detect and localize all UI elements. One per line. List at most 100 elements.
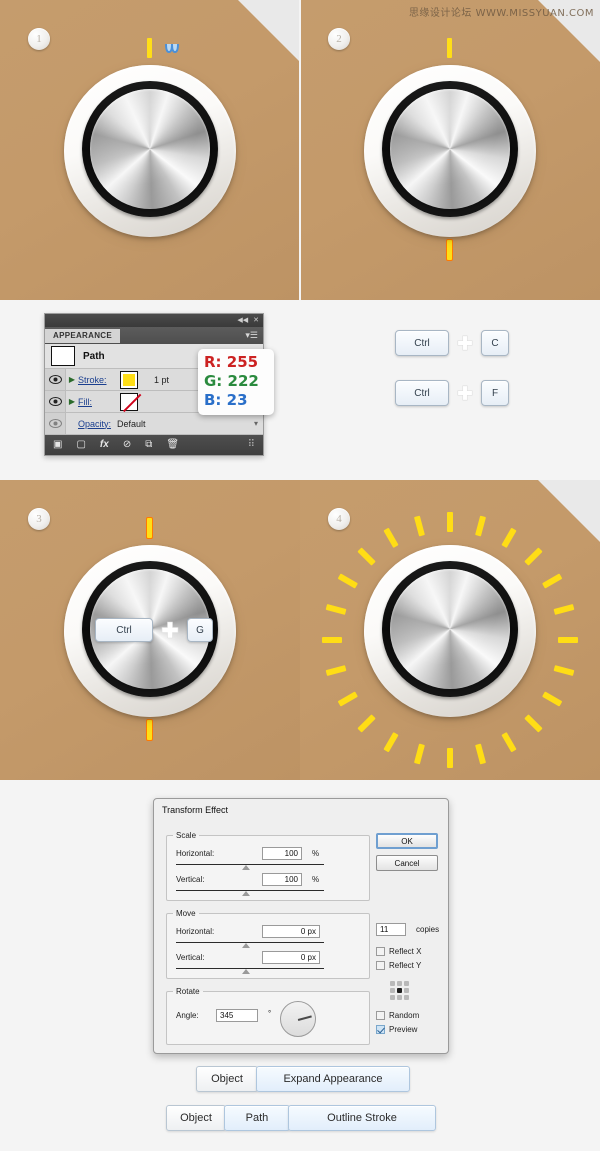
stroke-label[interactable]: Stroke: bbox=[78, 375, 114, 385]
step-badge-1: 1 bbox=[28, 28, 50, 50]
scale-vertical-label: Vertical: bbox=[176, 875, 205, 884]
anchor-tl[interactable] bbox=[390, 981, 395, 986]
tick-mark bbox=[413, 743, 425, 765]
rotate-angle-dial[interactable] bbox=[280, 1001, 316, 1037]
tick-mark bbox=[542, 573, 563, 589]
clear-appearance-icon[interactable]: ⊘ bbox=[123, 440, 131, 450]
appearance-opacity-row[interactable]: Opacity: Default ▾ bbox=[45, 413, 263, 435]
move-vertical-slider[interactable] bbox=[176, 968, 324, 974]
rotate-legend: Rotate bbox=[176, 987, 200, 996]
metal-knob bbox=[364, 65, 536, 237]
menu-expand-appearance-button[interactable]: Expand Appearance bbox=[256, 1066, 410, 1092]
ctrl-key-c[interactable]: Ctrl bbox=[395, 330, 449, 356]
rotate-angle-unit: ° bbox=[268, 1009, 272, 1018]
reflect-y-box[interactable] bbox=[376, 961, 385, 970]
random-checkbox[interactable]: Random bbox=[376, 1011, 419, 1020]
visibility-eye-icon[interactable] bbox=[45, 369, 66, 390]
scale-horizontal-label: Horizontal: bbox=[176, 849, 215, 858]
scroll-down-icon[interactable]: ▾ bbox=[254, 419, 263, 428]
rotate-angle-input[interactable] bbox=[216, 1009, 258, 1022]
menu-object-button-1[interactable]: Object bbox=[196, 1066, 258, 1092]
panel-menu-icon[interactable]: ▾☰ bbox=[245, 331, 263, 340]
tick-mark bbox=[475, 515, 487, 537]
random-box[interactable] bbox=[376, 1011, 385, 1020]
anchor-bc[interactable] bbox=[397, 995, 402, 1000]
tab-appearance[interactable]: APPEARANCE bbox=[45, 328, 121, 343]
ctrl-f-shortcut-group: Ctrl F bbox=[395, 380, 509, 406]
tick-mark bbox=[558, 637, 578, 643]
move-vertical-input[interactable] bbox=[262, 951, 320, 964]
menu-outline-stroke-button[interactable]: Outline Stroke bbox=[288, 1105, 436, 1131]
rgb-color-callout: R: 255 G: 222 B: 23 bbox=[198, 349, 274, 415]
anchor-center[interactable] bbox=[397, 988, 402, 993]
close-icon[interactable]: ✕ bbox=[253, 317, 259, 324]
step-badge-3: 3 bbox=[28, 508, 50, 530]
fill-label[interactable]: Fill: bbox=[78, 397, 114, 407]
expand-arrow-icon[interactable]: ▶ bbox=[66, 375, 78, 384]
tick-mark bbox=[147, 38, 152, 58]
stroke-weight-value[interactable]: 1 pt bbox=[154, 375, 169, 385]
anchor-bl[interactable] bbox=[390, 995, 395, 1000]
new-fill-icon[interactable]: ▣ bbox=[53, 440, 62, 450]
scale-vertical-input[interactable] bbox=[262, 873, 302, 886]
scale-horizontal-slider[interactable] bbox=[176, 864, 324, 870]
appearance-tab-row: APPEARANCE ▾☰ bbox=[45, 327, 263, 344]
expand-arrow-icon[interactable]: ▶ bbox=[66, 397, 78, 406]
visibility-eye-icon[interactable] bbox=[45, 391, 66, 412]
transform-effect-dialog: Transform Effect Scale Horizontal: % Ver… bbox=[153, 798, 449, 1054]
ctrl-key-f[interactable]: Ctrl bbox=[395, 380, 449, 406]
anchor-tr[interactable] bbox=[404, 981, 409, 986]
scale-vertical-slider[interactable] bbox=[176, 890, 324, 896]
collapse-icon[interactable]: ◀◀ bbox=[237, 317, 248, 324]
scale-vertical-unit: % bbox=[312, 875, 320, 884]
g-key[interactable]: G bbox=[187, 618, 213, 642]
c-key[interactable]: C bbox=[481, 330, 509, 356]
reflect-x-box[interactable] bbox=[376, 947, 385, 956]
anchor-ml[interactable] bbox=[390, 988, 395, 993]
preview-box[interactable] bbox=[376, 1025, 385, 1034]
tick-mark-top bbox=[447, 38, 452, 58]
fill-none-swatch[interactable] bbox=[120, 392, 138, 411]
duplicate-icon[interactable]: ⧉ bbox=[145, 440, 152, 450]
resize-grip-icon[interactable]: ⠿ bbox=[248, 440, 255, 450]
reflect-x-checkbox[interactable]: Reflect X bbox=[376, 947, 421, 956]
menu-path-button[interactable]: Path bbox=[224, 1105, 290, 1131]
tick-mark bbox=[357, 714, 376, 733]
cancel-button[interactable]: Cancel bbox=[376, 855, 438, 871]
move-horizontal-input[interactable] bbox=[262, 925, 320, 938]
f-key[interactable]: F bbox=[481, 380, 509, 406]
opacity-label[interactable]: Opacity: bbox=[78, 419, 111, 429]
move-vertical-label: Vertical: bbox=[176, 953, 205, 962]
delete-icon[interactable]: 🗑 bbox=[166, 440, 179, 450]
scale-horizontal-input[interactable] bbox=[262, 847, 302, 860]
visibility-eye-icon[interactable] bbox=[45, 413, 66, 434]
anchor-tc[interactable] bbox=[397, 981, 402, 986]
new-stroke-icon[interactable]: ▢ bbox=[76, 440, 85, 450]
site-watermark: 思缘设计论坛 WWW.MISSYUAN.COM bbox=[408, 8, 594, 19]
appearance-panel-footer: ▣ ▢ fx ⊘ ⧉ 🗑 ⠿ bbox=[45, 435, 263, 455]
reflect-y-checkbox[interactable]: Reflect Y bbox=[376, 961, 421, 970]
preview-checkbox[interactable]: Preview bbox=[376, 1025, 417, 1034]
move-horizontal-slider[interactable] bbox=[176, 942, 324, 948]
fx-icon[interactable]: fx bbox=[100, 440, 109, 450]
tick-mark bbox=[383, 732, 399, 753]
anchor-mr[interactable] bbox=[404, 988, 409, 993]
scale-legend: Scale bbox=[176, 831, 197, 840]
tick-mark bbox=[553, 603, 575, 615]
tick-mark bbox=[322, 637, 342, 643]
appearance-panel-titlebar: ◀◀ ✕ bbox=[45, 314, 263, 327]
menu-object-button-2[interactable]: Object bbox=[166, 1105, 226, 1131]
ctrl-key-3[interactable]: Ctrl bbox=[95, 618, 153, 642]
tick-mark bbox=[542, 691, 563, 707]
knob-step-1-panel: 1 bbox=[0, 0, 300, 300]
anchor-br[interactable] bbox=[404, 995, 409, 1000]
move-legend: Move bbox=[176, 909, 196, 918]
copies-input[interactable] bbox=[376, 923, 406, 936]
tick-mark bbox=[325, 665, 347, 677]
anchor-point-selector[interactable] bbox=[390, 981, 409, 1000]
ok-button[interactable]: OK bbox=[376, 833, 438, 849]
opacity-value[interactable]: Default bbox=[117, 419, 146, 429]
object-thumbnail bbox=[51, 346, 75, 366]
scale-horizontal-unit: % bbox=[312, 849, 320, 858]
stroke-color-swatch[interactable] bbox=[120, 370, 138, 389]
